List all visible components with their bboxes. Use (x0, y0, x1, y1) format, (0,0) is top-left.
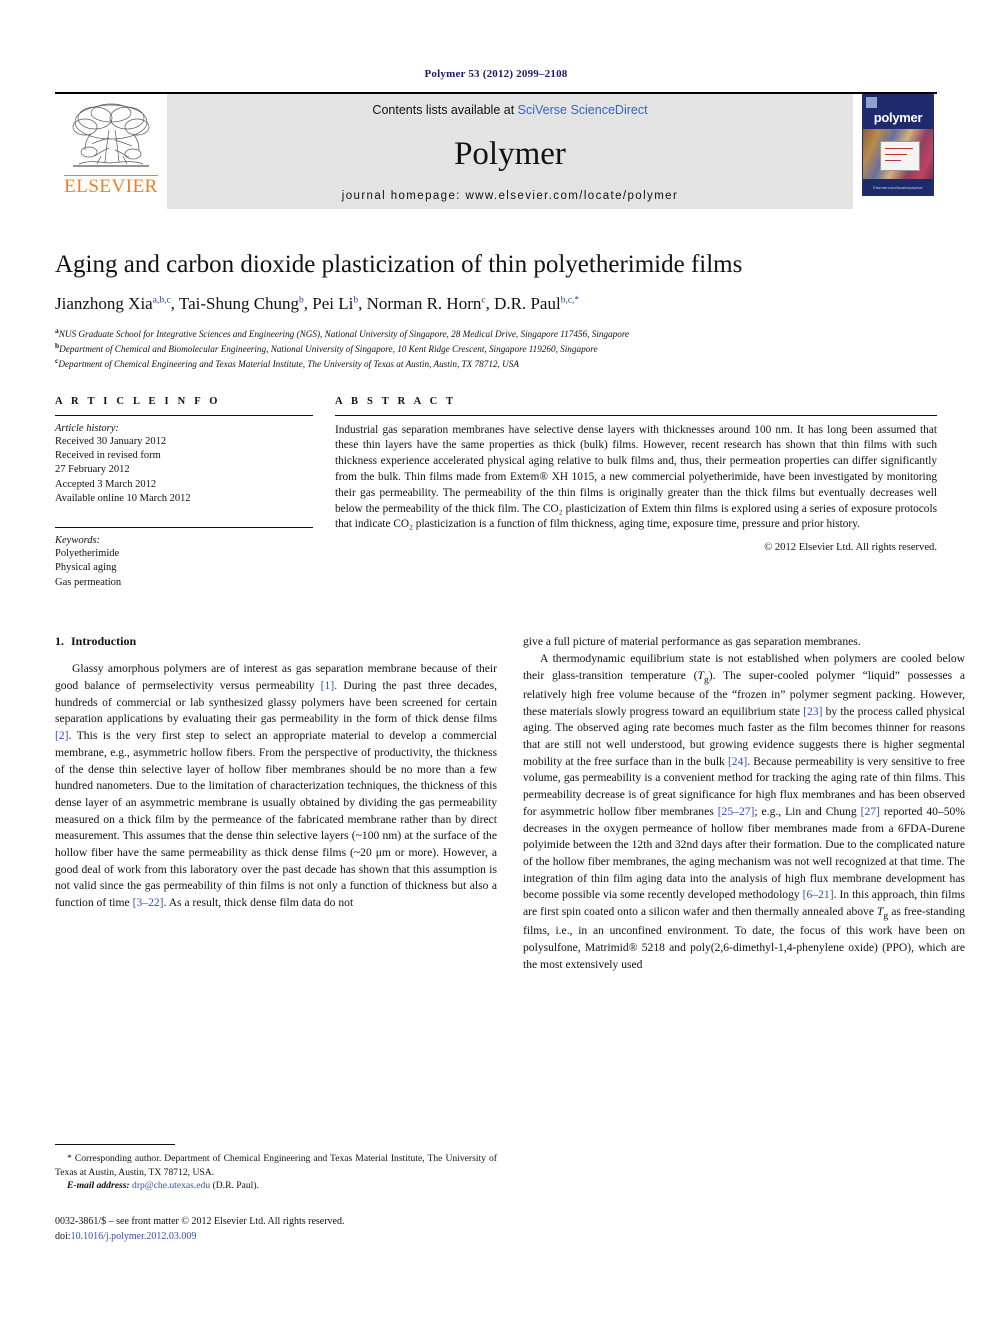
cover-title: polymer (873, 110, 923, 125)
abstract-panel: A B S T R A C T Industrial gas separatio… (335, 396, 937, 591)
affiliation-text: NUS Graduate School for Integrative Scie… (58, 329, 630, 340)
cover-inset-chart (880, 141, 920, 171)
article-info-heading: A R T I C L E I N F O (55, 395, 221, 407)
section-title: Introduction (71, 634, 137, 649)
journal-cover-image: polymer Elsevier.com/locate/polymer (862, 94, 934, 196)
page-title: Aging and carbon dioxide plasticization … (55, 251, 743, 278)
footnote-text: * Corresponding author. Department of Ch… (55, 1152, 497, 1193)
journal-masthead: ELSEVIER Contents lists available at Sci… (55, 92, 937, 209)
author-entry: Tai-Shung Chungb (179, 294, 304, 313)
body-paragraph: give a full picture of material performa… (523, 635, 861, 649)
citation-ref[interactable]: [3–22] (133, 896, 164, 909)
abstract-divider (335, 414, 937, 416)
keywords-divider (55, 526, 313, 528)
email-owner: (D.R. Paul). (212, 1180, 259, 1192)
article-history-item: Accepted 3 March 2012 (55, 478, 157, 490)
elsevier-logo: ELSEVIER (55, 94, 167, 209)
author-name: Norman R. Horn (366, 293, 482, 313)
section-number: 1. (55, 634, 64, 649)
citation-ref[interactable]: [23] (803, 705, 822, 718)
affiliation-text: Department of Chemical Engineering and T… (58, 359, 519, 370)
title-block: Aging and carbon dioxide plasticization … (55, 251, 937, 372)
citation-ref[interactable]: [2] (55, 729, 69, 742)
left-column: 1. Introduction Glassy amorphous polymers… (55, 634, 497, 973)
author-name: Pei Li (312, 293, 354, 313)
body-paragraph: Glassy amorphous polymers are of interes… (55, 662, 497, 910)
running-head: Polymer 53 (2012) 2099–2108 (424, 68, 568, 80)
elsevier-wordmark: ELSEVIER (64, 175, 158, 197)
citation-ref[interactable]: [27] (861, 805, 880, 818)
imprint-line: 0032-3861/$ – see front matter © 2012 El… (55, 1216, 345, 1227)
corresponding-author-note: * Corresponding author. Department of Ch… (55, 1153, 497, 1178)
journal-title: Polymer (454, 136, 566, 172)
keywords-label: Keywords: (55, 534, 101, 546)
article-history-item: 27 February 2012 (55, 464, 130, 476)
article-info-divider (55, 414, 313, 416)
email-label: E-mail address: (67, 1180, 130, 1192)
elsevier-tree-icon (72, 103, 150, 167)
keyword-item: Physical aging (55, 562, 117, 574)
citation-ref[interactable]: [25–27] (718, 805, 755, 818)
footnote-divider (55, 1144, 175, 1145)
journal-homepage-line[interactable]: journal homepage: www.elsevier.com/locat… (342, 190, 678, 202)
doi-link[interactable]: 10.1016/j.polymer.2012.03.009 (71, 1231, 197, 1242)
journal-cover-thumbnail: polymer Elsevier.com/locate/polymer (853, 94, 937, 209)
affiliation-item: cDepartment of Chemical Engineering and … (55, 356, 937, 371)
footnote-block: * Corresponding author. Department of Ch… (55, 1144, 497, 1193)
article-history-item: Received in revised form (55, 450, 161, 461)
author-entry: Norman R. Hornc (367, 294, 486, 313)
body-paragraph: A thermodynamic equilibrium state is not… (523, 652, 965, 971)
abstract-copyright: © 2012 Elsevier Ltd. All rights reserved… (764, 542, 937, 554)
author-affil-marks: a,b,c (152, 295, 171, 306)
author-affil-marks: c (481, 295, 486, 306)
doi-label: doi: (55, 1230, 71, 1242)
article-info-panel: A R T I C L E I N F O Article history: R… (55, 396, 313, 591)
info-abstract-band: A R T I C L E I N F O Article history: R… (55, 396, 937, 591)
citation-ref[interactable]: [6–21] (803, 888, 834, 901)
body-columns: 1. Introduction Glassy amorphous polymers… (55, 634, 965, 973)
author-entry: Pei Lib (312, 294, 358, 313)
email-line: E-mail address: drp@che.utexas.edu (D.R.… (55, 1179, 497, 1193)
section-heading-introduction: 1. Introduction (55, 634, 497, 649)
cover-badge-icon (866, 97, 877, 108)
citation-ref[interactable]: [24] (728, 755, 747, 768)
author-list: Jianzhong Xiaa,b,c, Tai-Shung Chungb, Pe… (55, 293, 580, 313)
author-affil-marks: b (299, 295, 304, 306)
affiliation-text: Department of Chemical and Biomolecular … (59, 344, 598, 355)
keyword-item: Polyetherimide (55, 547, 120, 559)
author-entry: Jianzhong Xiaa,b,c (55, 294, 171, 313)
citation-ref[interactable]: [1] (321, 679, 335, 692)
keyword-item: Gas permeation (55, 576, 122, 588)
author-name: Tai-Shung Chung (178, 293, 300, 313)
affiliation-list: aNUS Graduate School for Integrative Sci… (55, 326, 937, 371)
contents-lists-line: Contents lists available at SciVerse Sci… (372, 103, 647, 117)
doi-line: doi:10.1016/j.polymer.2012.03.009 (55, 1230, 497, 1245)
author-entry: D.R. Paulb,c,* (494, 294, 579, 313)
affiliation-item: bDepartment of Chemical and Biomolecular… (55, 341, 937, 356)
cover-footer: Elsevier.com/locate/polymer (863, 183, 933, 193)
abstract-heading: A B S T R A C T (335, 395, 457, 407)
author-name: Jianzhong Xia (55, 293, 153, 313)
right-column: give a full picture of material performa… (523, 634, 965, 973)
author-affil-marks: b,c,* (560, 295, 580, 306)
article-history-item: Available online 10 March 2012 (55, 493, 191, 505)
masthead-center: Contents lists available at SciVerse Sci… (167, 94, 853, 209)
abstract-text: Industrial gas separation membranes have… (335, 423, 937, 531)
article-history-item: Received 30 January 2012 (55, 435, 167, 447)
sciencedirect-link[interactable]: SciVerse ScienceDirect (518, 103, 648, 117)
email-link[interactable]: drp@che.utexas.edu (132, 1180, 210, 1191)
author-name: D.R. Paul (494, 293, 561, 313)
contents-prefix: Contents lists available at (372, 103, 518, 117)
imprint-block: 0032-3861/$ – see front matter © 2012 El… (55, 1215, 497, 1244)
affiliation-item: aNUS Graduate School for Integrative Sci… (55, 326, 937, 341)
author-affil-marks: b (353, 295, 359, 306)
paper-page: Polymer 53 (2012) 2099–2108 ELSEVIER Con… (0, 0, 992, 1323)
article-history-label: Article history: (55, 422, 119, 434)
